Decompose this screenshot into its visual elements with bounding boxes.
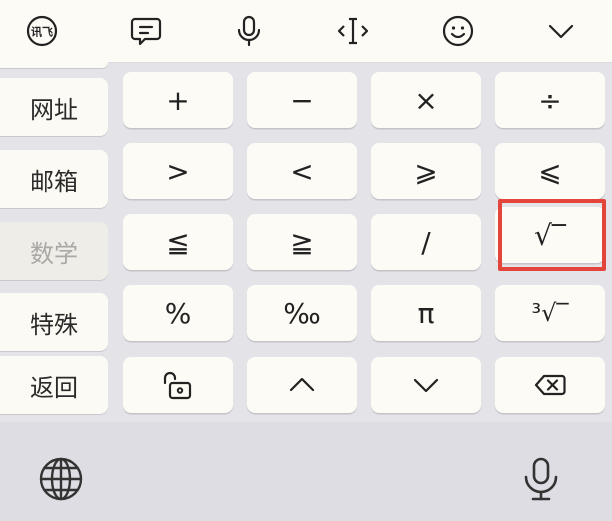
category-math[interactable]: 数学 (0, 222, 108, 280)
key-divide[interactable]: ÷ (495, 72, 605, 128)
collapse-icon (548, 24, 574, 39)
category-special[interactable]: 特殊 (0, 293, 108, 351)
key-slash[interactable]: / (371, 214, 481, 270)
category-back[interactable]: 返回 (0, 356, 108, 414)
key-page-up[interactable] (247, 357, 357, 413)
category-scroll-edge (0, 62, 108, 68)
emoji-icon (442, 15, 474, 47)
key-less-equal-double[interactable]: ≦ (123, 214, 233, 270)
key-label: ⩾ (414, 154, 438, 188)
backspace-icon (534, 374, 566, 396)
key-label: ≧ (290, 225, 314, 259)
key-minus[interactable]: − (247, 72, 357, 128)
category-email[interactable]: 邮箱 (0, 150, 108, 208)
text-toolbar-button[interactable] (106, 0, 186, 62)
key-percent[interactable]: % (123, 285, 233, 341)
voice-input-button[interactable] (506, 444, 576, 514)
key-less-than[interactable]: < (247, 143, 357, 199)
key-backspace[interactable] (495, 357, 605, 413)
down-arrow-icon (413, 378, 439, 393)
key-label: √‾ (534, 218, 566, 252)
keyboard-toolbar: 讯飞 (0, 0, 612, 63)
key-label: − (290, 83, 314, 117)
key-square-root[interactable]: √‾ (495, 207, 605, 263)
key-label: ⩽ (538, 154, 562, 188)
category-url[interactable]: 网址 (0, 78, 108, 136)
emoji-toolbar-button[interactable] (418, 0, 498, 62)
cursor-toolbar-button[interactable] (313, 0, 393, 62)
key-label: > (166, 154, 190, 188)
logo-icon: 讯飞 (26, 15, 58, 47)
keyboard-panel: 讯飞 网址 邮箱 数学 特殊 返回 + − × ÷ > < ⩾ ⩽ ≦ ≧ / … (0, 0, 612, 521)
key-multiply[interactable]: × (371, 72, 481, 128)
key-pi[interactable]: π (371, 285, 481, 341)
key-page-down[interactable] (371, 357, 481, 413)
system-bottom-bar (0, 422, 612, 521)
microphone-icon (237, 15, 261, 47)
key-lock[interactable] (123, 357, 233, 413)
key-per-mille[interactable]: ‰ (247, 285, 357, 341)
microphone-icon (524, 457, 558, 501)
symbol-category-list: 网址 邮箱 数学 特殊 返回 (0, 62, 110, 422)
key-label: × (414, 83, 438, 117)
key-less-equal[interactable]: ⩽ (495, 143, 605, 199)
key-greater-equal[interactable]: ⩾ (371, 143, 481, 199)
svg-text:讯飞: 讯飞 (31, 26, 53, 39)
key-label: π (417, 296, 435, 330)
category-label: 返回 (30, 373, 78, 402)
key-label: ‰ (283, 296, 321, 330)
voice-toolbar-button[interactable] (209, 0, 289, 62)
key-greater-equal-double[interactable]: ≧ (247, 214, 357, 270)
text-bubble-icon (130, 17, 162, 46)
category-label: 特殊 (30, 310, 78, 339)
up-arrow-icon (289, 377, 315, 392)
language-switch-button[interactable] (26, 444, 96, 514)
key-label: ³√‾ (531, 299, 569, 327)
key-label: + (166, 83, 190, 117)
globe-icon (39, 457, 83, 501)
key-label: / (421, 225, 431, 259)
key-label: % (164, 296, 192, 330)
category-label: 邮箱 (30, 167, 78, 196)
category-label: 数学 (30, 239, 78, 268)
xunfei-logo-button[interactable]: 讯飞 (2, 0, 82, 62)
key-label: < (290, 154, 314, 188)
lock-open-icon (163, 371, 192, 400)
key-cube-root[interactable]: ³√‾ (495, 285, 605, 341)
key-greater-than[interactable]: > (123, 143, 233, 199)
collapse-keyboard-button[interactable] (521, 0, 601, 62)
key-label: ÷ (538, 83, 562, 117)
cursor-move-icon (337, 17, 369, 45)
category-label: 网址 (30, 95, 78, 124)
key-label: ≦ (166, 225, 190, 259)
key-plus[interactable]: + (123, 72, 233, 128)
